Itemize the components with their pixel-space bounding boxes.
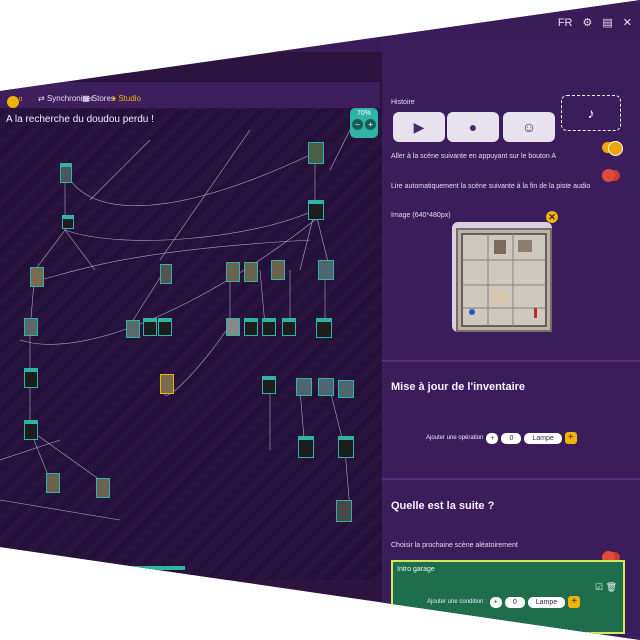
- scrollbar[interactable]: [115, 566, 185, 570]
- section-divider: [382, 478, 640, 480]
- scene-image: [456, 228, 552, 332]
- scene-node[interactable]: [244, 318, 258, 336]
- remove-image-icon[interactable]: ✕: [546, 211, 558, 223]
- story-section-label: Histoire: [391, 99, 415, 106]
- scene-node[interactable]: [298, 436, 314, 458]
- scene-node[interactable]: [24, 368, 38, 388]
- book-icon[interactable]: ▤: [602, 16, 612, 29]
- scene-node[interactable]: [262, 376, 276, 394]
- app-logo: tt: [7, 96, 23, 108]
- condition-label: Ajouter une condition :: [427, 599, 487, 605]
- zoom-out-icon[interactable]: −: [352, 119, 364, 130]
- type-robot-button[interactable]: ☺: [503, 112, 555, 142]
- image-label: Image (640*480px): [391, 212, 451, 219]
- next-title: Quelle est la suite ?: [391, 500, 495, 512]
- zoom-in-icon[interactable]: +: [364, 119, 376, 130]
- scene-node[interactable]: [338, 380, 354, 398]
- robot-icon: ☺: [521, 119, 537, 135]
- random-next-label: Choisir la prochaine scène aléatoirement: [391, 542, 518, 549]
- scene-node[interactable]: [316, 318, 332, 338]
- inventory-operation-row: Ajouter une opération + 0 Lampe +: [426, 432, 577, 444]
- scene-node[interactable]: [126, 320, 140, 338]
- section-divider: [382, 360, 640, 362]
- type-mic-button[interactable]: ●: [447, 112, 499, 142]
- type-play-button[interactable]: ▶: [393, 112, 445, 142]
- inventory-op-sign[interactable]: +: [486, 432, 499, 444]
- scene-node[interactable]: [271, 260, 285, 280]
- scene-node[interactable]: [308, 200, 324, 220]
- inventory-title: Mise à jour de l'inventaire: [391, 381, 526, 393]
- scene-node[interactable]: [24, 318, 38, 336]
- menu-studio[interactable]: ♦ Studio: [112, 94, 141, 103]
- menu-studio-label: Studio: [118, 94, 141, 103]
- scene-node[interactable]: [158, 318, 172, 336]
- zoom-control: 70% − +: [350, 108, 378, 138]
- scene-node[interactable]: [60, 163, 72, 183]
- scene-node[interactable]: [143, 318, 157, 336]
- inventory-op-item[interactable]: Lampe: [524, 432, 562, 444]
- close-icon[interactable]: ✕: [623, 16, 632, 29]
- story-title: A la recherche du doudou perdu !: [6, 114, 154, 125]
- add-condition-button[interactable]: +: [568, 596, 581, 608]
- type-music-button[interactable]: ♪: [561, 95, 621, 131]
- title-bar-controls: FR ⚙ ▤ ✕: [558, 16, 632, 30]
- add-operation-button[interactable]: +: [564, 432, 577, 444]
- next-scene-card: Intro garage ☑ 🗑 Ajouter une condition :…: [391, 560, 625, 634]
- scene-node[interactable]: [336, 500, 352, 522]
- scene-node[interactable]: [318, 260, 334, 280]
- scene-node[interactable]: [318, 378, 334, 396]
- zoom-level: 70%: [356, 110, 371, 117]
- scene-node[interactable]: [262, 318, 276, 336]
- next-scene-name: Intro garage: [397, 566, 435, 573]
- scene-node[interactable]: [160, 264, 172, 284]
- scene-node[interactable]: [62, 215, 74, 229]
- scene-node[interactable]: [282, 318, 296, 336]
- trash-icon[interactable]: 🗑: [606, 582, 617, 592]
- toggle-button-a[interactable]: [602, 141, 623, 156]
- app-window: FR ⚙ ▤ ✕ ↶ ↷ ▣ ▶ ▪ ✕ tt ⇄ Synchroniser ▦…: [0, 0, 640, 640]
- condition-value[interactable]: 0: [504, 596, 525, 608]
- scene-node[interactable]: [296, 378, 312, 396]
- scene-node[interactable]: [308, 142, 324, 164]
- scene-node[interactable]: [24, 420, 38, 440]
- microphone-icon: ●: [468, 119, 478, 135]
- option-button-a-label: Aller à la scène suivante en appuyant su…: [391, 153, 556, 160]
- graph-links: [0, 110, 361, 521]
- option-auto-next-label: Lire automatiquement la scène suivante à…: [391, 183, 591, 190]
- svg-text:tt: tt: [19, 97, 23, 103]
- scene-node[interactable]: [226, 262, 240, 282]
- scene-node[interactable]: [244, 262, 258, 282]
- scene-node[interactable]: [30, 267, 44, 287]
- music-note-icon: ♪: [587, 105, 595, 121]
- language-selector[interactable]: FR: [558, 17, 573, 29]
- menu-stores[interactable]: ▦ Stores: [82, 94, 115, 103]
- condition-row: Ajouter une condition : + 0 Lampe +: [427, 596, 581, 608]
- gear-icon[interactable]: ⚙: [583, 16, 593, 29]
- scene-node[interactable]: [226, 318, 240, 336]
- inventory-op-label: Ajouter une opération: [426, 435, 484, 441]
- card-actions: ☑ 🗑: [595, 582, 617, 593]
- scene-node[interactable]: [338, 436, 354, 458]
- condition-item[interactable]: Lampe: [527, 596, 566, 608]
- scene-node[interactable]: [46, 473, 60, 493]
- play-icon: ▶: [413, 118, 425, 135]
- check-icon[interactable]: ☑: [595, 582, 603, 592]
- inventory-op-value[interactable]: 0: [501, 432, 522, 444]
- app-screenshot: FR ⚙ ▤ ✕ ↶ ↷ ▣ ▶ ▪ ✕ tt ⇄ Synchroniser ▦…: [0, 0, 640, 640]
- condition-sign[interactable]: +: [489, 596, 502, 608]
- scene-node[interactable]: [96, 478, 110, 498]
- toggle-auto-next[interactable]: [602, 169, 620, 182]
- scene-node[interactable]: [160, 374, 174, 394]
